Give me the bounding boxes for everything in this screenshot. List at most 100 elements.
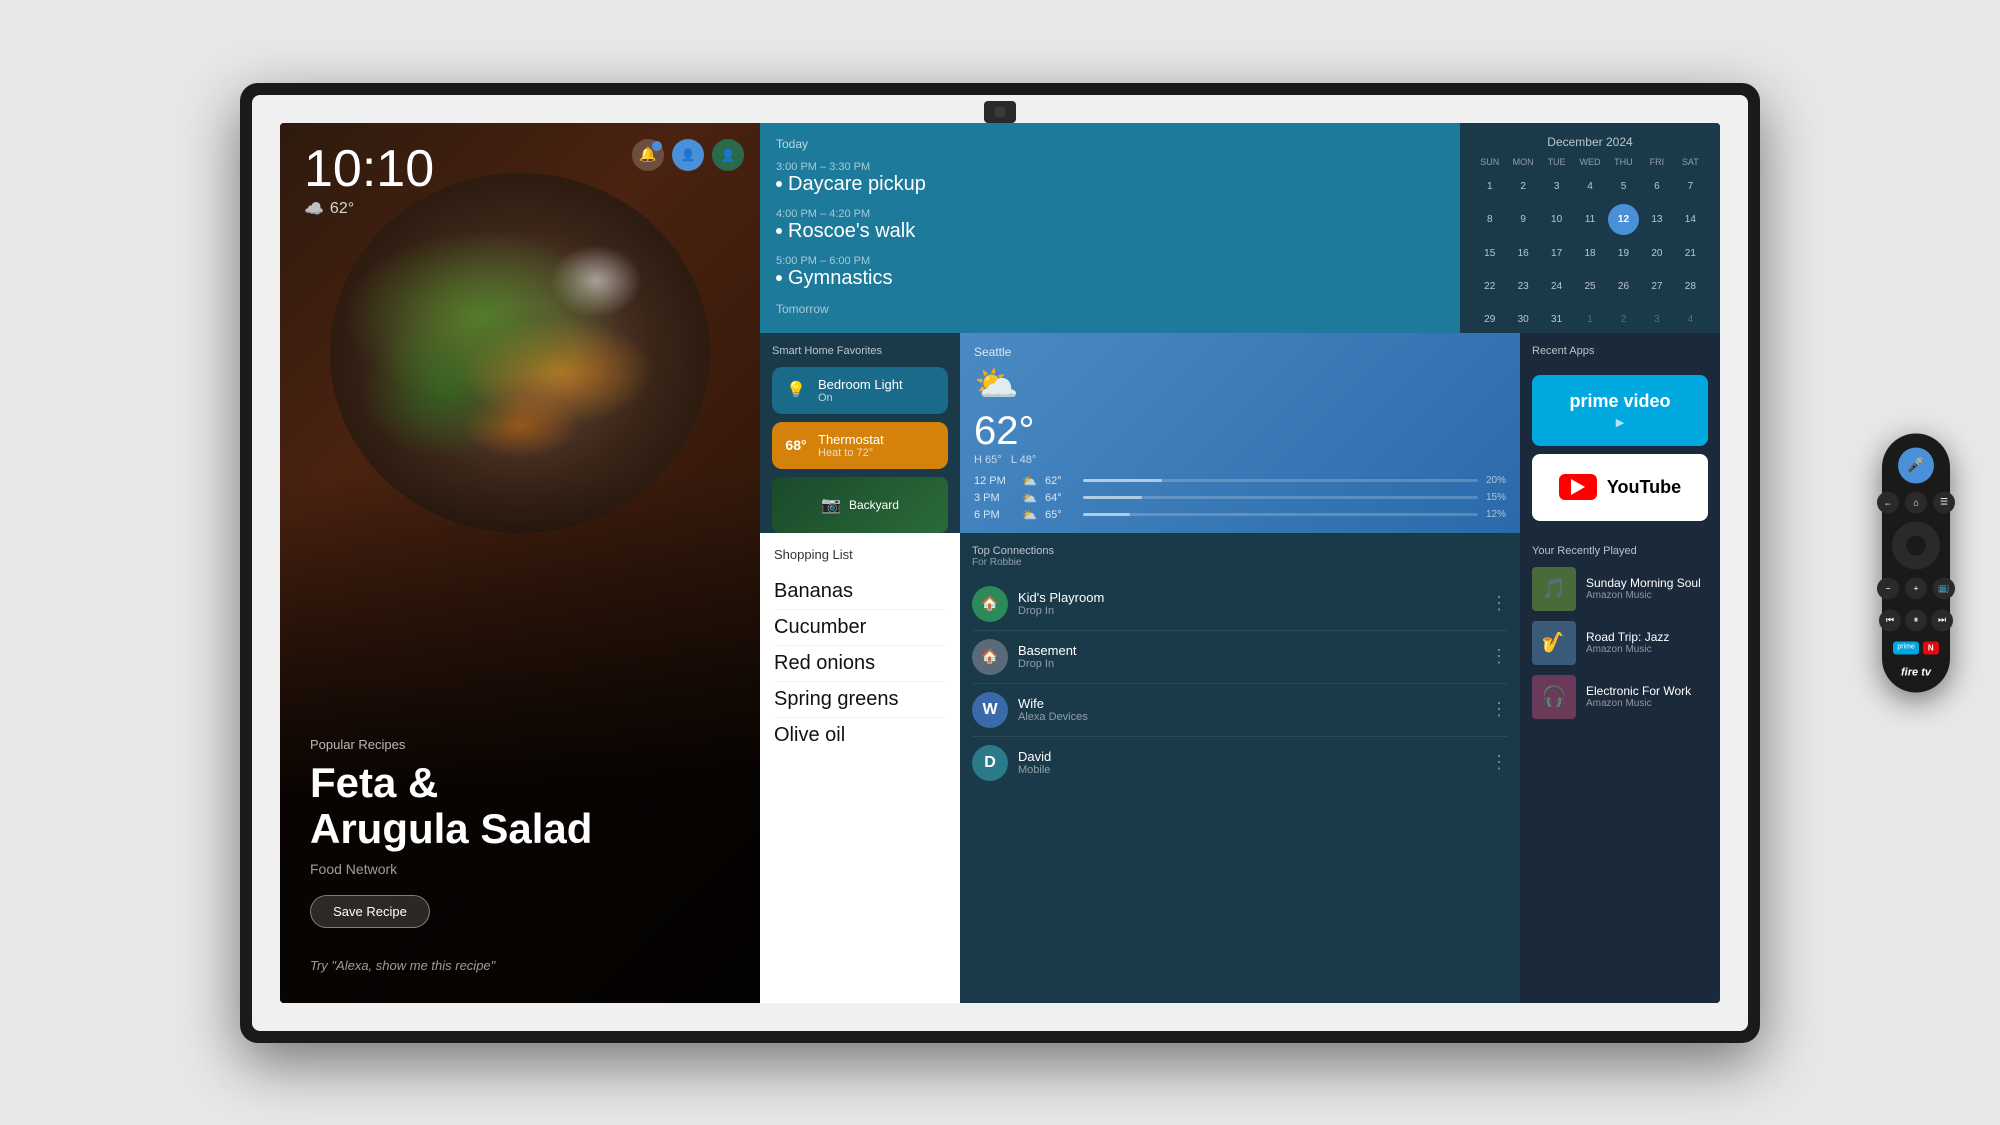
tv-button[interactable]: 📺 bbox=[1933, 577, 1955, 599]
cal-day-18[interactable]: 18 bbox=[1574, 237, 1605, 268]
home-button[interactable]: ⌂ bbox=[1905, 491, 1927, 513]
netflix-shortcut[interactable]: N bbox=[1923, 641, 1939, 654]
cal-day-15[interactable]: 15 bbox=[1474, 237, 1505, 268]
cal-day-1[interactable]: 1 bbox=[1474, 171, 1505, 202]
conn-name-1: Kid's Playroom bbox=[1018, 590, 1480, 605]
recipe-title: Feta & Arugula Salad bbox=[310, 760, 730, 852]
thermostat-device[interactable]: 68° Thermostat Heat to 72° bbox=[772, 422, 948, 469]
youtube-app[interactable]: YouTube bbox=[1532, 454, 1708, 520]
hour-pct-2: 15% bbox=[1486, 492, 1506, 503]
cal-trailing-2: 2 bbox=[1608, 304, 1639, 335]
recent-apps-title: Recent Apps bbox=[1532, 345, 1708, 357]
cal-day-30[interactable]: 30 bbox=[1507, 304, 1538, 335]
cal-day-13[interactable]: 13 bbox=[1641, 204, 1672, 235]
connections-title: Top Connections bbox=[972, 545, 1508, 557]
cal-day-11[interactable]: 11 bbox=[1574, 204, 1605, 235]
profile-avatar[interactable]: 👤 bbox=[672, 139, 704, 171]
play-pause-button[interactable]: ⏸ bbox=[1905, 609, 1927, 631]
back-button[interactable]: ← bbox=[1877, 491, 1899, 513]
cal-day-20[interactable]: 20 bbox=[1641, 237, 1672, 268]
cal-day-27[interactable]: 27 bbox=[1641, 271, 1672, 302]
profile-avatar-2[interactable]: 👤 bbox=[712, 139, 744, 171]
nav-ring[interactable] bbox=[1892, 521, 1940, 569]
cal-day-10[interactable]: 10 bbox=[1541, 204, 1572, 235]
calendar-widget: December 2024 SUN MON TUE WED THU FRI SA… bbox=[1460, 123, 1720, 333]
cal-day-23[interactable]: 23 bbox=[1507, 271, 1538, 302]
recipe-title-line1: Feta & bbox=[310, 759, 438, 806]
connection-item-1[interactable]: 🏠 Kid's Playroom Drop In ⋮ bbox=[972, 578, 1508, 631]
weather-icon: ☁️ bbox=[304, 199, 324, 219]
bottom-section: Shopping List Bananas Cucumber Red onion… bbox=[760, 533, 1720, 1003]
cal-day-4[interactable]: 4 bbox=[1574, 171, 1605, 202]
rp-info-1: Sunday Morning Soul Amazon Music bbox=[1586, 576, 1708, 601]
shopping-title: Shopping List bbox=[774, 547, 946, 562]
hour-bar-1 bbox=[1083, 479, 1478, 482]
shopping-item-1: Bananas bbox=[774, 574, 946, 610]
recipe-category: Popular Recipes bbox=[310, 737, 730, 752]
cal-day-14[interactable]: 14 bbox=[1675, 204, 1706, 235]
cal-day-22[interactable]: 22 bbox=[1474, 271, 1505, 302]
connection-item-4[interactable]: D David Mobile ⋮ bbox=[972, 737, 1508, 789]
remote-brand: fire tv bbox=[1901, 666, 1931, 678]
cal-day-5[interactable]: 5 bbox=[1608, 171, 1639, 202]
conn-more-4[interactable]: ⋮ bbox=[1490, 752, 1508, 773]
vol-down-button[interactable]: − bbox=[1877, 577, 1899, 599]
cal-day-7[interactable]: 7 bbox=[1675, 171, 1706, 202]
remote-control: 🎤 ← ⌂ ☰ − + 📺 ⏮ ⏸ ⏭ prime N fire tv bbox=[1882, 433, 1950, 692]
nav-center[interactable] bbox=[1906, 535, 1926, 555]
weather-hour-3: 6 PM ⛅ 65° 12% bbox=[974, 508, 1506, 522]
cal-day-9[interactable]: 9 bbox=[1507, 204, 1538, 235]
backyard-camera[interactable]: 📷 Backyard bbox=[772, 477, 948, 533]
cal-trailing-3: 3 bbox=[1641, 304, 1672, 335]
conn-more-3[interactable]: ⋮ bbox=[1490, 699, 1508, 720]
cal-day-17[interactable]: 17 bbox=[1541, 237, 1572, 268]
cal-day-3[interactable]: 3 bbox=[1541, 171, 1572, 202]
connections-widget: Top Connections For Robbie 🏠 Kid's Playr… bbox=[960, 533, 1520, 1003]
shopping-item-5: Olive oil bbox=[774, 718, 946, 753]
light-status: On bbox=[818, 392, 936, 404]
rp-info-3: Electronic For Work Amazon Music bbox=[1586, 684, 1708, 709]
weather-hour-2: 3 PM ⛅ 64° 15% bbox=[974, 491, 1506, 505]
cal-day-8[interactable]: 8 bbox=[1474, 204, 1505, 235]
cal-day-31[interactable]: 31 bbox=[1541, 304, 1572, 335]
cal-day-19[interactable]: 19 bbox=[1608, 237, 1639, 268]
conn-more-1[interactable]: ⋮ bbox=[1490, 593, 1508, 614]
fast-forward-button[interactable]: ⏭ bbox=[1931, 609, 1953, 631]
cal-day-21[interactable]: 21 bbox=[1675, 237, 1706, 268]
cal-day-26[interactable]: 26 bbox=[1608, 271, 1639, 302]
youtube-logo bbox=[1559, 474, 1597, 500]
connection-item-2[interactable]: 🏠 Basement Drop In ⋮ bbox=[972, 631, 1508, 684]
vol-up-button[interactable]: + bbox=[1905, 577, 1927, 599]
rewind-button[interactable]: ⏮ bbox=[1879, 609, 1901, 631]
rewind-row: ⏮ ⏸ ⏭ bbox=[1879, 609, 1953, 631]
cal-day-28[interactable]: 28 bbox=[1675, 271, 1706, 302]
weather-hourly: 12 PM ⛅ 62° 20% 3 PM bbox=[974, 474, 1506, 522]
event-dot-2 bbox=[776, 228, 782, 234]
cal-day-29[interactable]: 29 bbox=[1474, 304, 1505, 335]
hour-bar-3 bbox=[1083, 513, 1478, 516]
conn-more-2[interactable]: ⋮ bbox=[1490, 646, 1508, 667]
cal-day-25[interactable]: 25 bbox=[1574, 271, 1605, 302]
cal-day-24[interactable]: 24 bbox=[1541, 271, 1572, 302]
cal-day-16[interactable]: 16 bbox=[1507, 237, 1538, 268]
bedroom-light-device[interactable]: 💡 Bedroom Light On bbox=[772, 367, 948, 414]
cal-day-12[interactable]: 12 bbox=[1608, 204, 1639, 235]
thermostat-info: Thermostat Heat to 72° bbox=[818, 432, 936, 459]
connection-item-3[interactable]: W Wife Alexa Devices ⋮ bbox=[972, 684, 1508, 737]
menu-button[interactable]: ☰ bbox=[1933, 491, 1955, 513]
mic-button[interactable]: 🎤 bbox=[1898, 447, 1934, 483]
rp-item-3[interactable]: 🎧 Electronic For Work Amazon Music bbox=[1532, 675, 1708, 719]
event-name-3: Gymnastics bbox=[776, 267, 1444, 290]
rp-item-1[interactable]: 🎵 Sunday Morning Soul Amazon Music bbox=[1532, 567, 1708, 611]
prime-shortcut[interactable]: prime bbox=[1893, 641, 1919, 654]
left-panel: 10:10 ☁️ 62° 🔔 👤 � bbox=[280, 123, 760, 1003]
cal-day-6[interactable]: 6 bbox=[1641, 171, 1672, 202]
thermostat-temp: 68° bbox=[784, 433, 808, 457]
prime-video-app[interactable]: prime video ▶ bbox=[1532, 375, 1708, 447]
notification-icon[interactable]: 🔔 bbox=[632, 139, 664, 171]
weather-hi: H 65° bbox=[974, 454, 1002, 466]
rp-item-2[interactable]: 🎷 Road Trip: Jazz Amazon Music bbox=[1532, 621, 1708, 665]
save-recipe-button[interactable]: Save Recipe bbox=[310, 895, 430, 928]
cal-day-2[interactable]: 2 bbox=[1507, 171, 1538, 202]
rp-source-1: Amazon Music bbox=[1586, 590, 1708, 601]
